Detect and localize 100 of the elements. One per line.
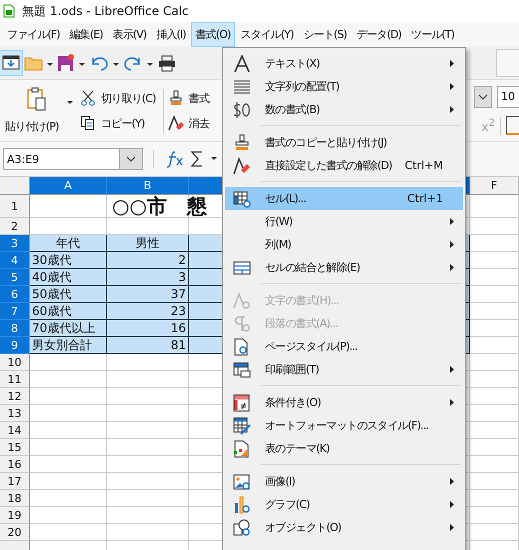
spreadsheet-app-icon	[3, 4, 15, 18]
menu-item[interactable]: 文字列の配置(T)	[225, 75, 463, 98]
table-cell: 30歳代	[30, 252, 107, 269]
row-header[interactable]: 6	[0, 286, 30, 303]
menu-item[interactable]: グラフ(C)	[225, 493, 463, 516]
row-header[interactable]: 19	[0, 507, 30, 524]
table-cell: 16	[107, 320, 189, 337]
row-header[interactable]: 8	[0, 320, 30, 337]
table-cell: 年代	[30, 235, 107, 252]
window-title: 無題 1.ods - LibreOffice Calc	[22, 2, 189, 20]
menu-item[interactable]: 表示(V)	[108, 22, 152, 47]
cell-settings-icon	[233, 190, 251, 208]
chart-settings-icon	[233, 496, 251, 514]
menu-item[interactable]: 直接設定した書式の解除(D) Ctrl+M	[225, 154, 463, 177]
table-cell: 70歳代以上	[30, 320, 107, 337]
table-cell: 3	[107, 269, 189, 286]
menu-item[interactable]: データ(D)	[352, 22, 406, 47]
image-settings-icon	[233, 472, 251, 490]
row-header[interactable]: 9	[0, 337, 30, 354]
cut-button[interactable]: 切り取り(C)	[100, 90, 157, 106]
eraser-icon[interactable]	[168, 115, 184, 131]
dropdown-button[interactable]	[119, 149, 142, 169]
paste-button[interactable]: 貼り付け(P)	[4, 118, 60, 135]
menu-item[interactable]: 書式のコピーと貼り付け(J)	[225, 131, 463, 154]
menu-item[interactable]: 表のテーマ(K)	[225, 437, 463, 460]
row-header[interactable]: 3	[0, 235, 30, 252]
menu-item[interactable]: 編集(E)	[64, 22, 108, 47]
chevron-down-icon	[126, 156, 136, 162]
function-wizard-icon[interactable]	[166, 150, 184, 168]
menu-item[interactable]: オブジェクト(O)	[225, 516, 463, 539]
copy-button[interactable]: コピー(Y)	[100, 114, 146, 132]
menu-item[interactable]: 挿入(I)	[151, 22, 191, 47]
table-cell: 23	[107, 303, 189, 320]
sum-icon[interactable]	[190, 150, 204, 168]
menu-item[interactable]: ページスタイル(P)...	[225, 335, 463, 358]
border-button[interactable]	[506, 116, 519, 135]
table-cell: 50歳代	[30, 286, 107, 303]
caret-icon[interactable]	[210, 155, 218, 163]
row-header[interactable]: 17	[0, 473, 30, 490]
menu-item[interactable]: 画像(I)	[225, 470, 463, 493]
table-cell: 40歳代	[30, 269, 107, 286]
row-header[interactable]: 14	[0, 422, 30, 439]
menu-item[interactable]: 条件付き(O)	[225, 391, 463, 414]
sheet-title: ○○市 懇	[111, 194, 207, 218]
name-box[interactable]: A3:E9	[3, 148, 143, 170]
row-header[interactable]: 5	[0, 269, 30, 286]
chevron-down-icon	[478, 94, 488, 100]
row-header[interactable]: 15	[0, 439, 30, 456]
menu-item[interactable]: スタイル(Y)	[235, 22, 298, 47]
template-icon[interactable]	[0, 51, 22, 75]
menu-item[interactable]: シート(S)	[298, 22, 352, 47]
brush-icon	[233, 134, 251, 152]
page-triangle-icon	[233, 440, 251, 458]
scissors-icon[interactable]	[80, 90, 96, 106]
row-header[interactable]: 4	[0, 252, 30, 269]
menu-item[interactable]: 列(M)	[225, 233, 463, 256]
clone-format-button[interactable]: 書式	[188, 90, 210, 106]
menu-item[interactable]: オートフォーマットのスタイル(F)...	[225, 414, 463, 437]
row-header[interactable]: 2	[0, 218, 30, 235]
table-pen-icon	[233, 416, 251, 434]
table-cell: 男女別合計	[30, 337, 107, 354]
table-cell: 81	[107, 337, 189, 354]
menu-item[interactable]: 行(W)	[225, 210, 463, 233]
table-cell: 男性	[107, 235, 189, 252]
row-header[interactable]: 18	[0, 490, 30, 507]
menu-item[interactable]: ツール(T)	[406, 22, 460, 47]
column-header[interactable]: B	[107, 177, 189, 195]
table-cell: 37	[107, 286, 189, 303]
row-header[interactable]: 13	[0, 405, 30, 422]
conditional-table-icon	[233, 394, 251, 412]
menu-item[interactable]: セル(L)... Ctrl+1	[225, 187, 463, 210]
column-header[interactable]: F	[470, 177, 519, 195]
row-header[interactable]: 20	[0, 524, 30, 541]
row-header[interactable]: 11	[0, 371, 30, 388]
eraser-icon	[233, 156, 251, 174]
align-lines-icon	[233, 78, 251, 96]
menu-item[interactable]: 印刷範囲(T)	[225, 358, 463, 381]
menu-item[interactable]: ファイル(F)	[2, 22, 65, 47]
character-settings-icon	[233, 292, 251, 310]
merge-cells-icon	[233, 258, 251, 276]
clipboard-icon[interactable]	[26, 86, 48, 112]
brush-icon[interactable]	[168, 90, 184, 106]
row-header[interactable]: 7	[0, 303, 30, 320]
copy-icon[interactable]	[80, 115, 96, 131]
menu-item[interactable]: セルの結合と解除(E)	[225, 256, 463, 279]
row-header[interactable]: 10	[0, 354, 30, 371]
row-header[interactable]: 16	[0, 456, 30, 473]
menu-item[interactable]: 書式(O)	[190, 22, 236, 47]
column-header[interactable]: A	[30, 177, 107, 195]
currency-icon	[233, 100, 251, 118]
font-size-field[interactable]: 10	[497, 86, 519, 108]
menu-item[interactable]: 数の書式(B)	[225, 98, 463, 121]
dropdown-button[interactable]	[474, 86, 492, 108]
caret-icon[interactable]	[66, 99, 74, 107]
paragraph-settings-icon	[233, 314, 251, 332]
row-header[interactable]: 12	[0, 388, 30, 405]
object-settings-icon	[233, 518, 251, 536]
table-cell: 60歳代	[30, 303, 107, 320]
clear-button[interactable]: 消去	[188, 114, 210, 132]
row-header[interactable]: 1	[0, 195, 30, 218]
